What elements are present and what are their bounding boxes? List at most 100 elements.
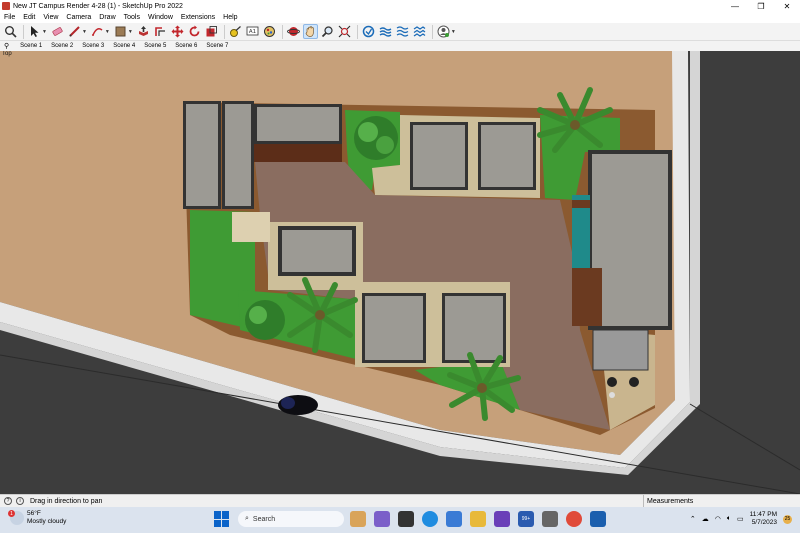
scene-tab-7[interactable]: Scene 7 — [205, 43, 229, 49]
menu-camera[interactable]: Camera — [66, 14, 91, 21]
wifi-icon[interactable]: ◠ — [715, 515, 721, 523]
notification-app-icon[interactable]: 99+ — [518, 511, 534, 527]
edge-browser-icon[interactable] — [422, 511, 438, 527]
taskbar-search[interactable]: ⌕ Search — [238, 511, 344, 527]
scene-tabs-bar: ⚲ Scene 1 Scene 2 Scene 3 Scene 4 Scene … — [0, 41, 800, 51]
text-tool-button[interactable]: A1 — [245, 24, 260, 39]
menu-help[interactable]: Help — [223, 14, 237, 21]
settings-icon[interactable] — [542, 511, 558, 527]
clock[interactable]: 11:47 PM 5/7/2023 — [750, 511, 777, 527]
measurements-box[interactable]: Measurements — [643, 495, 800, 507]
scene-tab-1[interactable]: Scene 1 — [19, 43, 43, 49]
hand-icon — [305, 26, 314, 37]
patio-table — [629, 377, 639, 387]
tape-measure-icon — [229, 26, 241, 37]
weather-temp: 56°F — [27, 510, 41, 517]
menu-tools[interactable]: Tools — [124, 14, 140, 21]
chevron-down-icon[interactable]: ▼ — [105, 29, 110, 35]
main-toolbar: ▼ ▼ ▼ ▼ A1 ▼ — [0, 23, 800, 41]
orbit-tool-button[interactable] — [286, 24, 301, 39]
move-tool-button[interactable] — [170, 24, 185, 39]
search-tool-button[interactable] — [3, 24, 18, 39]
task-view-icon[interactable] — [398, 511, 414, 527]
style-builder-button[interactable] — [412, 24, 427, 39]
weather-widget[interactable]: 1 56°F Mostly cloudy — [8, 510, 66, 526]
scene-tab-5[interactable]: Scene 5 — [143, 43, 167, 49]
model-viewport[interactable]: Top — [0, 51, 800, 494]
chevron-down-icon[interactable]: ▼ — [128, 29, 133, 35]
chevron-up-icon[interactable]: ⌃ — [690, 515, 696, 523]
tape-measure-tool-button[interactable] — [228, 24, 243, 39]
scene-tab-6[interactable]: Scene 6 — [174, 43, 198, 49]
notification-badge[interactable]: 25 — [783, 514, 792, 524]
pin-icon[interactable]: ⚲ — [4, 42, 9, 50]
clock-time: 11:47 PM — [749, 511, 777, 518]
line-tool-button[interactable] — [67, 24, 82, 39]
battery-icon[interactable]: ▭ — [737, 515, 744, 523]
zoom-tool-button[interactable] — [320, 24, 335, 39]
menu-draw[interactable]: Draw — [99, 14, 115, 21]
maximize-button[interactable]: ❐ — [748, 0, 774, 12]
close-button[interactable]: ✕ — [774, 0, 800, 12]
push-pull-tool-button[interactable] — [136, 24, 151, 39]
taskbar: 1 56°F Mostly cloudy ⌕ Search 99+ ⌃ ☁ ◠ … — [0, 507, 800, 533]
arc-tool-button[interactable] — [90, 24, 105, 39]
measurements-label: Measurements — [647, 497, 694, 505]
search-icon: ⌕ — [245, 515, 249, 522]
building-roof — [254, 104, 342, 162]
building-roof — [362, 293, 426, 363]
scene-tab-3[interactable]: Scene 3 — [81, 43, 105, 49]
pan-tool-button[interactable] — [302, 24, 318, 39]
account-button[interactable] — [436, 24, 451, 39]
concrete-pad — [232, 212, 270, 242]
widget-app-icon[interactable] — [350, 511, 366, 527]
menu-file[interactable]: File — [4, 14, 15, 21]
search-placeholder: Search — [252, 515, 276, 523]
scene-tab-2[interactable]: Scene 2 — [50, 43, 74, 49]
clock-date: 5/7/2023 — [751, 519, 777, 526]
building-roof — [278, 226, 356, 276]
store-icon[interactable] — [446, 511, 462, 527]
info-icon[interactable]: i — [16, 497, 24, 505]
scene-tab-4[interactable]: Scene 4 — [112, 43, 136, 49]
volume-icon[interactable]: 🔈︎ — [727, 515, 731, 523]
menu-view[interactable]: View — [43, 14, 58, 21]
status-bar: ? i Drag in direction to pan Measurement… — [0, 494, 800, 507]
extension-warehouse-button[interactable] — [378, 24, 393, 39]
menu-window[interactable]: Window — [148, 14, 173, 21]
media-player-icon[interactable] — [494, 511, 510, 527]
rotate-tool-button[interactable] — [187, 24, 202, 39]
minimize-button[interactable]: — — [722, 0, 748, 12]
offset-tool-button[interactable] — [153, 24, 168, 39]
teams-icon[interactable] — [374, 511, 390, 527]
select-tool-button[interactable] — [27, 24, 42, 39]
svg-text:A1: A1 — [249, 29, 256, 35]
chevron-down-icon[interactable]: ▼ — [82, 29, 87, 35]
cloud-sync-icon[interactable]: ☁ — [702, 515, 709, 523]
taskbar-apps: ⌕ Search 99+ — [214, 511, 614, 527]
file-explorer-icon[interactable] — [470, 511, 486, 527]
chevron-down-icon[interactable]: ▼ — [42, 29, 47, 35]
help-icon[interactable]: ? — [4, 497, 12, 505]
rotate-icon — [189, 25, 200, 37]
building-roof — [478, 122, 536, 190]
3d-warehouse-button[interactable] — [361, 24, 376, 39]
sketchup-taskbar-icon[interactable] — [590, 511, 606, 527]
patio-chair — [609, 392, 615, 398]
toolbar-separator — [431, 24, 433, 39]
toolbar-separator — [356, 24, 358, 39]
windows-start-icon[interactable] — [214, 511, 230, 527]
site-plan-render — [0, 51, 800, 494]
eraser-tool-button[interactable] — [50, 24, 65, 39]
layout-button[interactable] — [395, 24, 410, 39]
layers-icon — [379, 27, 392, 37]
scale-tool-button[interactable] — [204, 24, 219, 39]
paint-bucket-tool-button[interactable] — [262, 24, 277, 39]
zoom-extents-tool-button[interactable] — [337, 24, 352, 39]
chrome-icon[interactable] — [566, 511, 582, 527]
menu-extensions[interactable]: Extensions — [181, 14, 215, 21]
menu-edit[interactable]: Edit — [23, 14, 35, 21]
chevron-down-icon[interactable]: ▼ — [451, 29, 456, 35]
rectangle-tool-button[interactable] — [113, 24, 128, 39]
warehouse-icon — [362, 25, 375, 38]
